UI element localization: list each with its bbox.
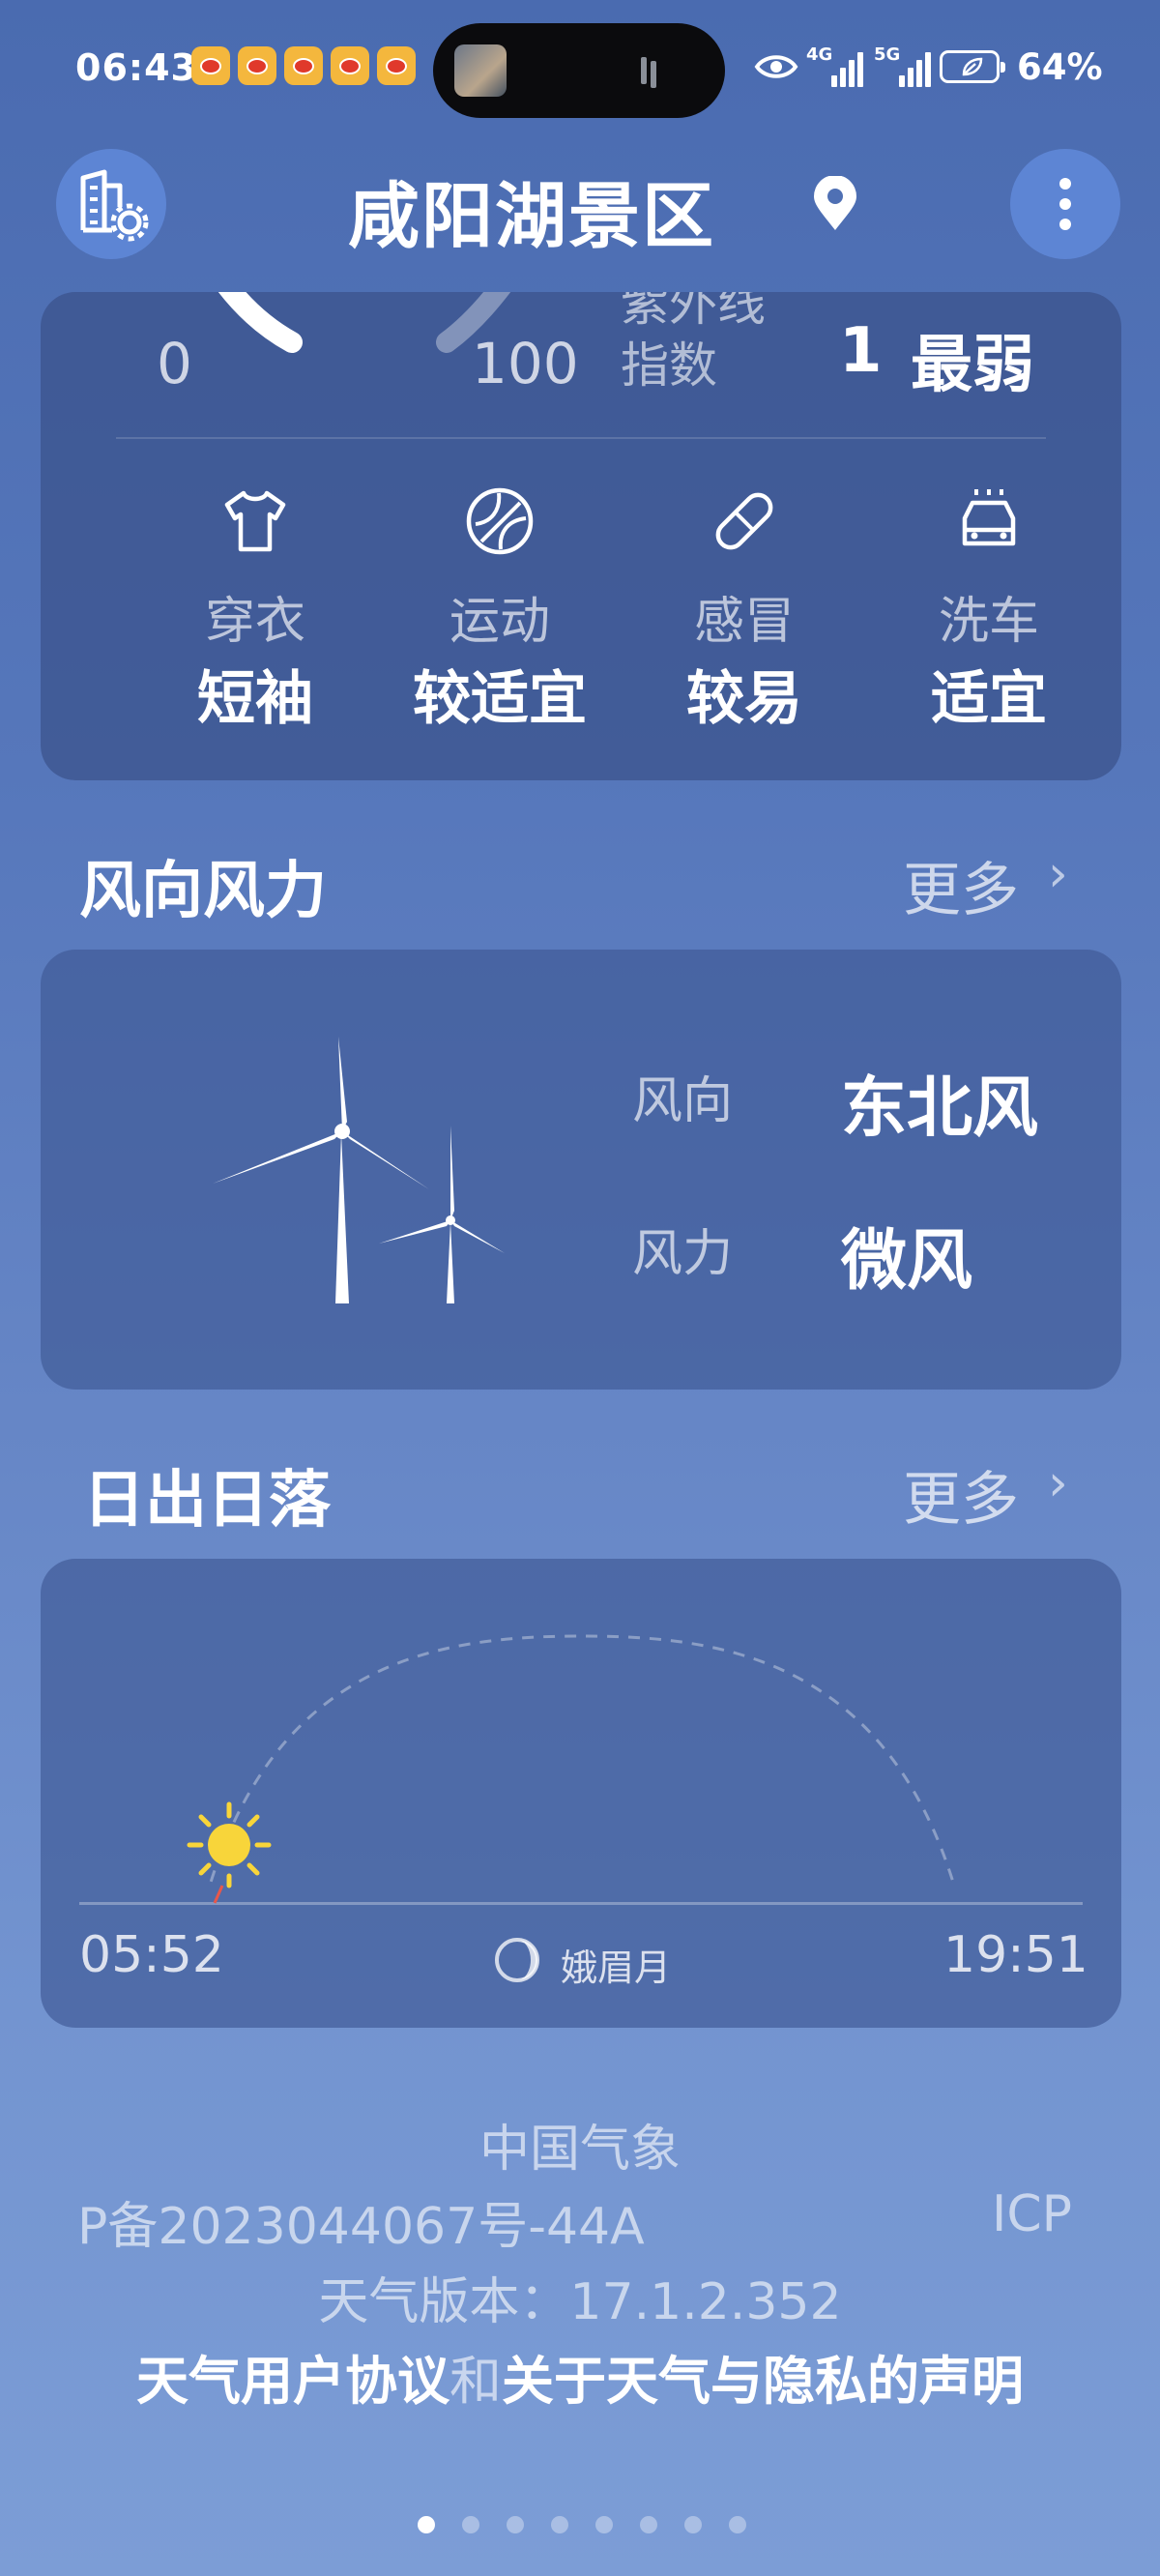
life-index-card: 0 100 紫外线 指数 1 最弱 穿衣 短袖 运动 较适宜 感冒 较易 洗车 … [41,292,1121,780]
wind-force-value: 微风 [841,1223,973,1300]
uv-gauge [214,292,515,353]
status-bar: 06:43 4G 5G 64% [0,0,1160,145]
more-menu-button[interactable] [1010,149,1120,259]
pill-icon [715,492,773,550]
sun-icon [187,1801,272,1904]
life-index-value: 短袖 [197,665,313,733]
icp-number: P备2023044067号-44A [77,2198,645,2256]
eye-icon [754,55,798,78]
weibo-icon [284,46,323,85]
wind-section-title: 风向风力 [79,856,327,927]
life-index-item-clothing[interactable]: 穿衣 短袖 [130,485,381,737]
page-dot-active[interactable] [418,2516,435,2533]
more-label: 更多 [903,857,1019,924]
uv-label: 指数 [621,337,717,394]
sunset-time: 19:51 [943,1926,1088,1984]
wind-card[interactable]: 风向 东北风 风力 微风 [41,950,1121,1390]
uv-level-text: 最弱 [911,330,1034,401]
signal-icon: 4G [806,44,866,87]
network-4g-label: 4G [806,44,833,65]
sun-section-title: 日出日落 [83,1465,331,1537]
page-dot[interactable] [507,2516,524,2533]
user-agreement-link[interactable]: 天气用户协议 [136,2351,450,2412]
location-pin-icon [814,176,856,230]
more-label: 更多 [903,1466,1019,1534]
life-index-label: 感冒 [693,593,795,651]
life-index-item-carwash[interactable]: 洗车 适宜 [863,485,1115,737]
city-manage-button[interactable] [56,149,166,259]
wind-direction-label: 风向 [632,1072,734,1130]
wind-more-link[interactable]: 更多 › [903,843,1068,927]
dynamic-island[interactable] [433,23,725,118]
app-version: 天气版本：17.1.2.352 [318,2273,842,2331]
life-index-value: 较易 [686,665,802,733]
more-menu-icon [1059,178,1071,230]
ball-icon [466,487,534,555]
status-time: 06:43 [75,46,197,89]
uv-level-value: 1 [839,315,883,387]
page-dot[interactable] [462,2516,479,2533]
life-index-value: 较适宜 [413,665,587,733]
sun-card[interactable]: 05:52 娥眉月 19:51 [41,1559,1121,2028]
uv-gauge-min: 0 [157,331,192,396]
moon-phase-label: 娥眉月 [561,1947,672,1989]
wind-direction-value: 东北风 [841,1070,1039,1147]
page-dot[interactable] [640,2516,657,2533]
page-dot[interactable] [551,2516,568,2533]
audio-wave-icon [641,57,647,84]
data-source: 中国气象 [478,2121,681,2179]
uv-label-top: 紫外线 [621,276,766,332]
page-title: 咸阳湖景区 [348,175,715,258]
battery-icon [940,50,1005,83]
life-index-item-sport[interactable]: 运动 较适宜 [374,485,625,737]
signal-icon: 5G [874,44,934,87]
battery-percent: 64% [1017,46,1103,88]
wind-turbine-icon [213,1037,505,1303]
car-wash-icon [962,489,1016,546]
life-index-label: 洗车 [938,593,1039,651]
weibo-icon [191,46,230,85]
page-dot[interactable] [595,2516,613,2533]
icp-label: ICP [992,2185,1073,2243]
weibo-icon [238,46,276,85]
sun-more-link[interactable]: 更多 › [903,1452,1068,1537]
chevron-right-icon: › [1048,845,1068,903]
and-text: 和 [450,2351,502,2412]
footer-links: 天气用户协议和关于天气与隐私的声明 [0,2338,1160,2415]
privacy-statement-link[interactable]: 关于天气与隐私的声明 [502,2351,1024,2412]
page-dot[interactable] [729,2516,746,2533]
moon-phase-icon [495,1938,539,1982]
life-index-label: 穿衣 [204,593,305,651]
sunrise-time: 05:52 [79,1926,224,1984]
network-5g-label: 5G [874,44,901,65]
life-index-item-cold[interactable]: 感冒 较易 [619,485,870,737]
page-dot[interactable] [684,2516,702,2533]
weibo-icon [377,46,416,85]
chevron-right-icon: › [1048,1454,1068,1512]
wind-force-label: 风力 [632,1225,734,1283]
divider [116,437,1046,439]
media-thumbnail [454,44,507,97]
weibo-icon [331,46,369,85]
page-indicator[interactable] [0,2504,1160,2547]
city-settings-icon [80,169,149,242]
life-index-value: 适宜 [931,665,1047,733]
life-index-label: 运动 [449,593,550,651]
tshirt-icon [224,490,286,552]
uv-gauge-max: 100 [472,331,579,396]
